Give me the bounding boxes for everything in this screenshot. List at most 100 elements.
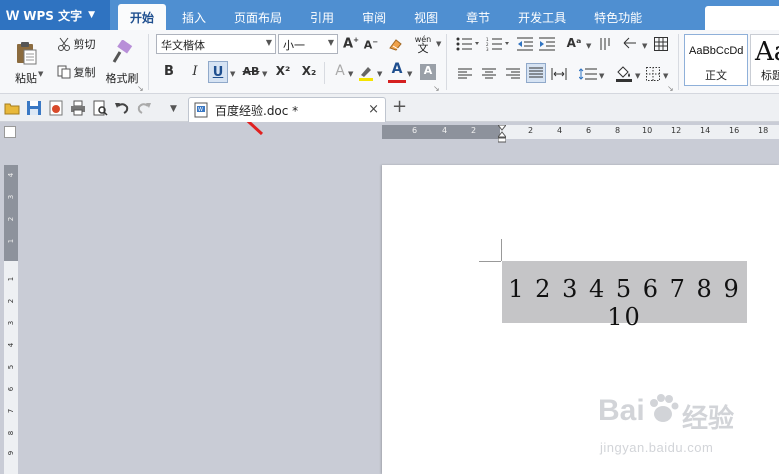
show-marks-button[interactable] [620,36,642,52]
eraser-icon [389,39,402,51]
borders-button[interactable] [644,66,662,82]
bullets-button[interactable] [454,36,484,52]
customize-qa-dropdown-icon[interactable]: ▼ [170,104,177,114]
ruler-toggle[interactable] [4,126,16,138]
font-color-dropdown-icon[interactable]: ▼ [407,70,412,78]
indent-marker-icon[interactable] [498,125,506,143]
line-spacing-button[interactable] [578,66,598,82]
copy-button[interactable]: 复制 [52,62,100,82]
tab-view[interactable]: 视图 [402,4,450,30]
font-dialog-icon[interactable]: ↘ [433,84,440,93]
save-icon[interactable] [26,100,42,116]
grow-font-button[interactable]: A+ [342,36,360,51]
tab-section[interactable]: 章节 [454,4,502,30]
numbering-button[interactable]: 123 [484,36,514,52]
shrink-font-button[interactable]: A− [362,38,380,52]
selected-text-block[interactable]: 1 2 3 4 5 6 7 8 9 10 [502,261,747,331]
strikethrough-button[interactable]: AB [240,65,262,78]
phonetic-char-icon: 文 [417,42,429,55]
vertical-ruler[interactable]: 4 3 2 1 1 2 3 4 5 6 7 8 9 [4,165,18,474]
style-normal-sample: AaBbCcDd [689,45,744,57]
format-painter-label: 格式刷 [105,72,139,85]
bold-button[interactable]: B [160,64,178,79]
print-icon[interactable] [70,100,86,116]
borders-dropdown-icon[interactable]: ▼ [663,72,668,80]
font-color-button[interactable]: A [388,61,406,83]
paste-button[interactable]: 粘贴 [6,34,46,92]
show-marks-dropdown-icon[interactable]: ▼ [642,42,647,50]
line-spacing-icon [579,68,597,80]
divider [678,34,679,90]
ruler-tick: 2 [7,298,15,304]
ruler-tick: 8 [7,430,15,436]
tab-special[interactable]: 特色功能 [582,4,654,30]
align-left-button[interactable] [456,66,474,82]
highlight-button[interactable] [356,63,376,83]
tab-developer[interactable]: 开发工具 [506,4,578,30]
clear-format-button[interactable] [386,35,406,53]
ribbon: 粘贴 ▼ 剪切 复制 格式刷 ↘ 华文楷体 ▼ 小一 ▼ A+ A− wén 文… [0,30,779,136]
chinese-layout-icon [600,38,610,50]
line-spacing-dropdown-icon[interactable]: ▼ [599,72,604,80]
phonetic-dropdown-icon[interactable]: ▼ [436,40,441,48]
text-effect-dropdown-icon[interactable]: ▼ [348,70,353,78]
redo-icon[interactable] [136,100,152,116]
change-case-button[interactable]: Aᵃ [562,36,586,50]
paragraph-dialog-icon[interactable]: ↘ [667,84,674,93]
print-preview-icon[interactable] [92,100,108,116]
underline-button[interactable]: U [208,61,228,83]
align-center-button[interactable] [480,66,498,82]
change-case-dropdown-icon[interactable]: ▼ [586,42,591,50]
shading-button[interactable] [614,64,634,82]
font-size-combo[interactable]: 小一 ▼ [278,34,338,54]
clipboard-dialog-icon[interactable]: ↘ [137,84,144,93]
style-heading[interactable]: Aa 标题 [750,34,779,86]
font-name-combo[interactable]: 华文楷体 ▼ [156,34,276,54]
chevron-down-icon: ▼ [265,38,272,47]
export-pdf-icon[interactable] [48,100,64,116]
italic-button[interactable]: I [186,64,204,79]
superscript-button[interactable]: X² [272,64,294,78]
cut-button[interactable]: 剪切 [52,34,100,54]
ruler-tick: 1 [7,276,15,282]
style-heading-sample: Aa [755,37,779,67]
format-painter-button[interactable]: 格式刷 [102,34,142,92]
outdent-icon [517,37,533,51]
style-normal[interactable]: AaBbCcDd 正文 [684,34,748,86]
phonetic-guide-button[interactable]: wén 文 [410,33,436,55]
font-size-value: 小一 [283,39,305,52]
underline-dropdown-icon[interactable]: ▼ [230,70,235,78]
new-tab-icon[interactable]: + [392,96,407,117]
document-tab[interactable]: W 百度经验.doc * × [188,97,386,122]
table-button[interactable] [652,36,670,52]
tab-home[interactable]: 开始 [118,4,167,30]
justify-icon [529,67,543,78]
tab-references[interactable]: 引用 [298,4,346,30]
distribute-button[interactable] [550,66,568,82]
horizontal-ruler[interactable]: 6 4 2 2 4 6 8 10 12 14 16 18 [382,125,779,139]
highlight-dropdown-icon[interactable]: ▼ [377,70,382,78]
undo-icon[interactable] [114,100,130,116]
tab-page-layout[interactable]: 页面布局 [222,4,294,30]
chevron-down-icon: ▼ [327,38,334,47]
app-menu-button[interactable]: W WPS 文字 ▼ [0,0,110,30]
char-shading-button[interactable]: A [420,64,436,80]
ruler-tick: 2 [471,126,477,135]
align-right-icon [506,68,520,79]
highlighter-icon [359,67,373,81]
tab-insert[interactable]: 插入 [170,4,218,30]
tab-review[interactable]: 审阅 [350,4,398,30]
strike-dropdown-icon[interactable]: ▼ [262,70,267,78]
close-tab-icon[interactable]: × [368,102,379,117]
paste-dropdown-icon[interactable]: ▼ [38,70,43,78]
open-folder-icon[interactable] [4,100,20,116]
scissors-icon [57,37,70,51]
decrease-indent-button[interactable] [516,36,534,52]
subscript-button[interactable]: X₂ [298,64,320,78]
align-right-button[interactable] [504,66,522,82]
text-effect-button[interactable]: A [330,63,350,79]
shading-dropdown-icon[interactable]: ▼ [635,72,640,80]
justify-button[interactable] [526,63,546,83]
chinese-layout-button[interactable] [598,36,616,52]
increase-indent-button[interactable] [538,36,556,52]
